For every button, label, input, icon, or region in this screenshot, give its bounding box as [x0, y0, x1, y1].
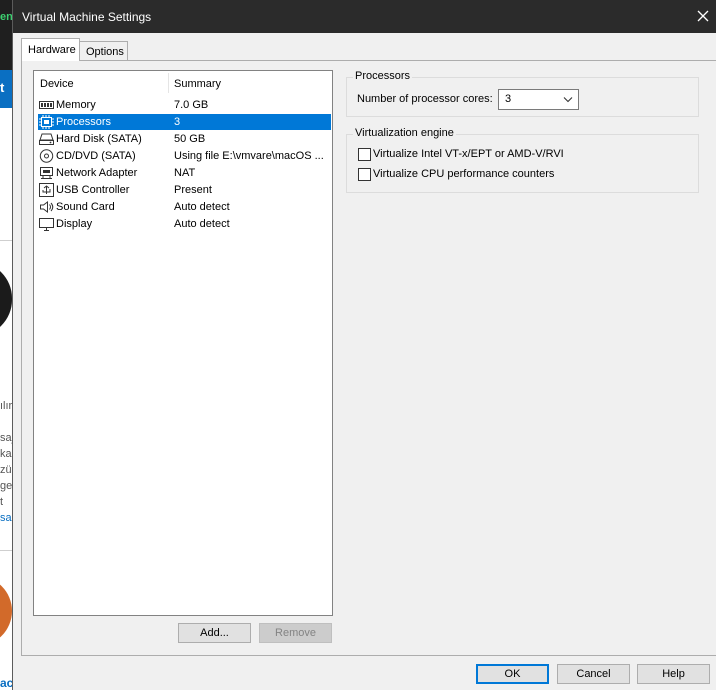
- device-summary: NAT: [174, 167, 196, 179]
- processor-icon: [39, 115, 54, 129]
- background-window-text: ge: [0, 480, 12, 492]
- background-window-divider: [0, 240, 12, 241]
- device-summary: 50 GB: [174, 133, 206, 145]
- device-row-display[interactable]: Display Auto detect: [38, 216, 331, 232]
- device-summary: 3: [174, 116, 181, 128]
- device-name: Processors: [56, 116, 112, 128]
- cancel-button[interactable]: Cancel: [557, 664, 630, 684]
- device-row-sound-card[interactable]: Sound Card Auto detect: [38, 199, 331, 215]
- processor-cores-value: 3: [505, 93, 512, 105]
- device-row-memory[interactable]: Memory 7.0 GB: [38, 97, 331, 113]
- background-window-banner: t: [0, 70, 12, 108]
- virtualization-group-title: Virtualization engine: [353, 127, 456, 139]
- tab-hardware[interactable]: Hardware: [21, 38, 80, 61]
- device-row-usb-controller[interactable]: USB Controller Present: [38, 182, 331, 198]
- display-icon: [39, 218, 54, 231]
- device-name: Network Adapter: [56, 167, 138, 179]
- virtualize-vtx-checkbox[interactable]: [358, 148, 371, 161]
- usb-icon: [39, 183, 54, 197]
- cd-dvd-icon: [39, 149, 54, 163]
- window-title: Virtual Machine Settings: [22, 10, 152, 24]
- device-list[interactable]: Device Summary Memory 7.0 GB Processors …: [33, 70, 333, 616]
- virtualize-vtx-label[interactable]: Virtualize Intel VT-x/EPT or AMD-V/RVI: [373, 148, 564, 160]
- device-row-cd-dvd[interactable]: CD/DVD (SATA) Using file E:\vmvare\macOS…: [38, 148, 331, 164]
- device-summary: Using file E:\vmvare\macOS ...: [174, 150, 324, 162]
- hard-disk-icon: [39, 133, 54, 145]
- device-row-hard-disk[interactable]: Hard Disk (SATA) 50 GB: [38, 131, 331, 147]
- device-name: CD/DVD (SATA): [56, 150, 136, 162]
- device-row-network-adapter[interactable]: Network Adapter NAT: [38, 165, 331, 181]
- background-window-text: ac: [0, 676, 12, 690]
- column-divider[interactable]: [168, 73, 169, 93]
- processor-cores-label: Number of processor cores:: [357, 93, 493, 105]
- device-summary: Auto detect: [174, 201, 230, 213]
- ok-button[interactable]: OK: [476, 664, 549, 684]
- background-window-text: zür: [0, 464, 12, 476]
- device-name: Memory: [56, 99, 96, 111]
- device-summary: 7.0 GB: [174, 99, 209, 111]
- add-device-button[interactable]: Add...: [178, 623, 251, 643]
- title-bar[interactable]: Virtual Machine Settings: [13, 0, 716, 33]
- remove-device-button[interactable]: Remove: [259, 623, 332, 643]
- tab-options[interactable]: Options: [80, 41, 128, 61]
- background-window-text: t: [0, 496, 4, 508]
- background-window-text: en: [0, 11, 13, 23]
- close-icon[interactable]: [695, 8, 711, 24]
- background-window-header: en: [0, 0, 13, 70]
- column-header-summary[interactable]: Summary: [174, 78, 221, 90]
- device-summary: Present: [174, 184, 212, 196]
- virtualization-engine-group: Virtualization engine: [346, 127, 699, 193]
- background-window-divider: [0, 550, 12, 551]
- device-name: Sound Card: [56, 201, 115, 213]
- background-window-text: saj: [0, 432, 12, 444]
- memory-icon: [39, 101, 54, 109]
- device-summary: Auto detect: [174, 218, 230, 230]
- device-list-header: Device Summary: [34, 71, 332, 95]
- virtualize-perf-counters-label[interactable]: Virtualize CPU performance counters: [373, 168, 554, 180]
- column-header-device[interactable]: Device: [40, 78, 74, 90]
- background-window-text: sal: [0, 512, 12, 524]
- device-name: Hard Disk (SATA): [56, 133, 142, 145]
- virtualize-perf-counters-checkbox[interactable]: [358, 168, 371, 181]
- vm-settings-dialog: Virtual Machine Settings Hardware Option…: [12, 0, 716, 690]
- device-row-processors[interactable]: Processors 3: [38, 114, 331, 130]
- processors-group-title: Processors: [353, 70, 413, 82]
- device-name: Display: [56, 218, 93, 230]
- background-window-text: t: [0, 80, 5, 95]
- device-name: USB Controller: [56, 184, 130, 196]
- background-window-text: ka: [0, 448, 12, 460]
- help-button[interactable]: Help: [637, 664, 710, 684]
- sound-card-icon: [40, 201, 54, 213]
- network-adapter-icon: [40, 167, 53, 179]
- chevron-down-icon: [563, 97, 573, 103]
- background-window-text: ılır: [0, 400, 12, 412]
- processor-cores-select[interactable]: 3: [498, 89, 579, 110]
